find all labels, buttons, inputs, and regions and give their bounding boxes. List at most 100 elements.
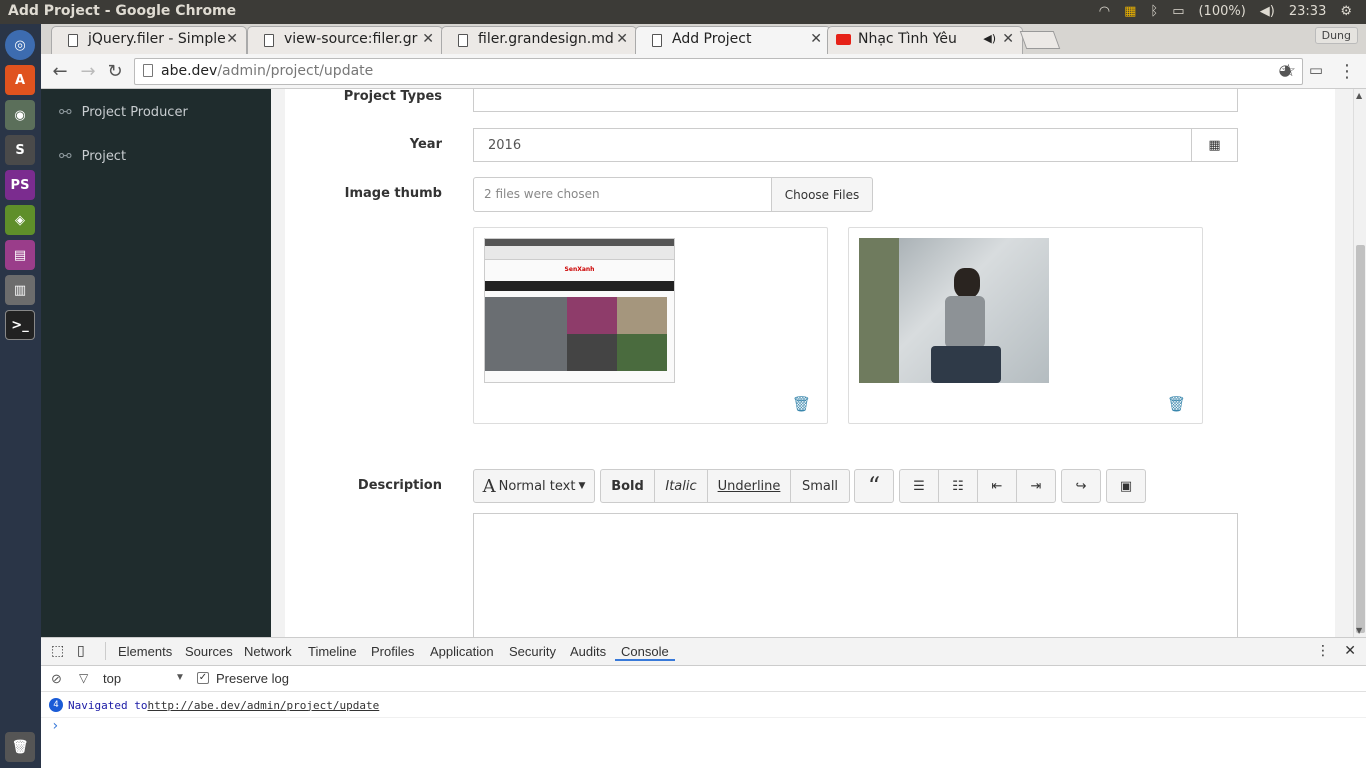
page-icon [652,34,662,47]
scrollbar-thumb[interactable] [1356,245,1365,633]
profile-button[interactable]: Dung [1314,27,1358,44]
scroll-up-icon[interactable]: ▲ [1356,91,1362,100]
extension-icon[interactable]: ◕ [1274,61,1296,79]
settings-icon[interactable]: ⚙ [1340,4,1352,19]
chrome-icon[interactable]: ◉ [5,100,35,130]
sidebar-item-project[interactable]: ⚯ Project [59,147,126,165]
close-tab-icon[interactable]: ✕ [422,31,434,47]
page-icon [458,34,468,47]
insert-link-button[interactable]: ↪ [1061,469,1101,503]
close-tab-icon[interactable]: ✕ [616,31,628,47]
clock[interactable]: 23:33 [1289,4,1326,19]
filter-icon[interactable]: ▽ [79,671,88,685]
scroll-down-icon[interactable]: ▼ [1356,626,1362,635]
bluetooth-icon[interactable]: ᛒ [1150,4,1158,19]
tab-elements[interactable]: Elements [118,644,172,659]
tab-add-project[interactable]: Add Project ✕ [635,26,831,54]
tab-application[interactable]: Application [430,644,494,659]
tab-jquery-filer[interactable]: jQuery.filer - Simple ✕ [51,26,247,54]
thumbnail-logo: SenXanh [564,266,595,273]
menu-icon[interactable]: ⋮ [1336,61,1358,82]
tab-label: view-source:filer.gr [284,31,418,47]
address-bar[interactable]: abe.dev/admin/project/update ☆ [134,58,1303,85]
console-prompt[interactable]: › [51,718,59,734]
device-toolbar-icon[interactable]: ▯ [77,643,85,659]
underline-button[interactable]: Underline [707,469,791,503]
console-message: 4 Navigated to http://abe.dev/admin/proj… [49,698,379,712]
dash-icon[interactable]: ◎ [5,30,35,60]
tab-youtube[interactable]: Nhạc Tình Yêu ◀) ✕ [827,26,1023,54]
sublime-icon[interactable]: S [5,135,35,165]
year-input[interactable]: 2016 [473,128,1193,162]
battery-icon[interactable]: ▭ [1172,4,1184,19]
outdent-icon: ⇤ [991,478,1003,494]
tab-strip: jQuery.filer - Simple ✕ view-source:filer… [41,24,1366,54]
devtools-menu-icon[interactable]: ⋮ [1316,643,1330,659]
tab-audits[interactable]: Audits [570,644,606,659]
wifi-icon[interactable]: ◠ [1099,4,1110,19]
project-types-label: Project Types [343,89,442,104]
cast-icon[interactable]: ▭ [1305,61,1327,79]
tab-timeline[interactable]: Timeline [308,644,357,659]
bold-button[interactable]: Bold [600,469,655,503]
outdent-button[interactable]: ⇤ [977,469,1017,503]
choose-files-button[interactable]: Choose Files [771,177,873,212]
delete-icon[interactable]: 🗑 [1167,395,1186,413]
context-caret-icon[interactable]: ▼ [175,672,185,683]
updates-icon[interactable]: ▦ [1124,4,1136,19]
tab-view-source[interactable]: view-source:filer.gr ✕ [247,26,443,54]
close-devtools-icon[interactable]: ✕ [1344,643,1356,659]
trash-icon[interactable]: 🗑 [5,732,35,762]
indent-button[interactable]: ⇥ [1016,469,1056,503]
message-url-link[interactable]: http://abe.dev/admin/project/update [147,699,379,712]
ordered-list-button[interactable]: ☷ [938,469,978,503]
delete-icon[interactable]: 🗑 [792,395,811,413]
tab-label: filer.grandesign.md [478,31,614,47]
launcher: ◎ A ◉ S PS ◈ ▤ ▥ >_ 🗑 [0,24,41,768]
blockquote-button[interactable]: “ [854,469,894,503]
phpstorm-icon[interactable]: PS [5,170,35,200]
clear-console-icon[interactable]: ⊘ [51,671,62,687]
software-center-icon[interactable]: A [5,65,35,95]
calendar-button[interactable]: ▦ [1191,128,1238,162]
close-tab-icon[interactable]: ✕ [1002,31,1014,47]
tab-profiles[interactable]: Profiles [371,644,414,659]
system-top-bar: Add Project - Google Chrome ◠ ▦ ᛒ ▭ (100… [0,0,1366,24]
volume-icon[interactable]: ◀) [1260,4,1275,19]
text-style-dropdown[interactable]: A Normal text ▼ [473,469,595,503]
thumbnail-card: 🗑 [848,227,1203,424]
file-status-input: 2 files were chosen [473,177,773,212]
audio-playing-icon[interactable]: ◀) [983,32,996,45]
tab-console[interactable]: Console [615,644,675,661]
devtools-tab-bar: ⬚ ▯ Elements Sources Network Timeline Pr… [41,638,1366,666]
description-editor[interactable] [473,513,1238,637]
italic-button[interactable]: Italic [654,469,708,503]
small-button[interactable]: Small [790,469,850,503]
reload-button[interactable]: ↻ [104,61,126,82]
forward-button[interactable]: → [77,61,99,82]
unordered-list-button[interactable]: ☰ [899,469,939,503]
preserve-log-checkbox[interactable]: ✓ [197,672,209,684]
system-tray: ◠ ▦ ᛒ ▭ (100%) ◀) 23:33 ⚙ [1099,4,1352,19]
android-studio-icon[interactable]: ◈ [5,205,35,235]
context-select[interactable]: top [103,671,121,686]
terminal-icon[interactable]: >_ [5,310,35,340]
tab-security[interactable]: Security [509,644,556,659]
page-info-icon[interactable] [143,64,153,77]
page-scrollbar[interactable]: ▲ ▼ [1353,89,1366,637]
tab-sources[interactable]: Sources [185,644,233,659]
link-icon: ⚯ [59,147,72,165]
list-icon: ☰ [913,478,925,494]
tab-network[interactable]: Network [244,644,292,659]
sidebar-item-project-producer[interactable]: ⚯ Project Producer [59,103,188,121]
workspace-icon[interactable]: ▤ [5,240,35,270]
tab-filer-grandesign[interactable]: filer.grandesign.md ✕ [441,26,637,54]
close-tab-icon[interactable]: ✕ [226,31,238,47]
files-icon[interactable]: ▥ [5,275,35,305]
close-tab-icon[interactable]: ✕ [810,31,822,47]
inspect-element-icon[interactable]: ⬚ [51,643,64,659]
new-tab-button[interactable] [1019,31,1061,49]
insert-image-button[interactable]: ▣ [1106,469,1146,503]
project-types-input[interactable] [473,89,1238,112]
back-button[interactable]: ← [49,61,71,82]
